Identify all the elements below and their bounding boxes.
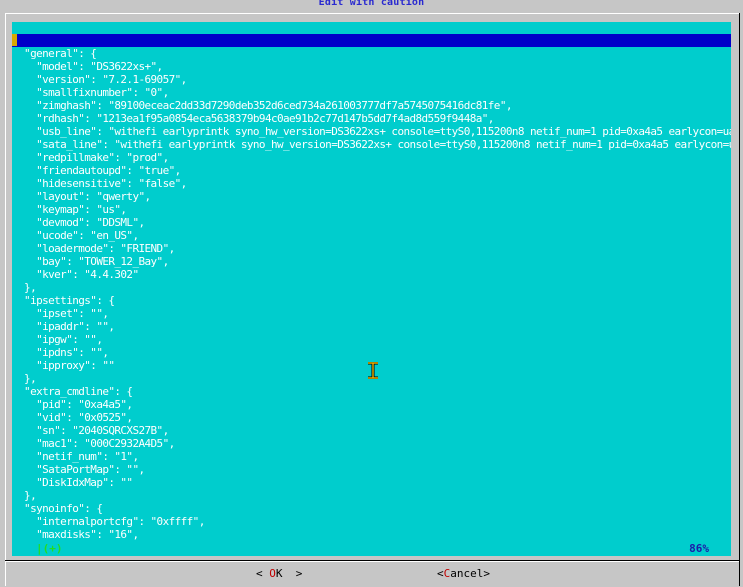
- editor-line[interactable]: "ipaddr": "",: [12, 320, 731, 333]
- json-editor[interactable]: "general": { "model": "DS3622xs+", "vers…: [12, 22, 731, 542]
- editor-line[interactable]: "ipgw": "",: [12, 333, 731, 346]
- editor-statusbar: |(+) 86%: [12, 542, 731, 556]
- editor-line[interactable]: "netif_num": "1",: [12, 450, 731, 463]
- editor-line[interactable]: "hidesensitive": "false",: [12, 177, 731, 190]
- ok-button-suffix: >: [282, 567, 303, 580]
- editor-line[interactable]: [12, 34, 731, 47]
- dialog-frame-right: [739, 13, 740, 561]
- editor-line[interactable]: "mac1": "000C2932A4D5",: [12, 437, 731, 450]
- editor-line[interactable]: "sata_line": "withefi earlyprintk syno_h…: [12, 138, 731, 151]
- editor-line[interactable]: "sn": "2040SQRCXS27B",: [12, 424, 731, 437]
- editor-line[interactable]: "kver": "4.4.302": [12, 268, 731, 281]
- editor-line[interactable]: "bay": "TOWER_12_Bay",: [12, 255, 731, 268]
- editor-line[interactable]: "DiskIdxMap": "": [12, 476, 731, 489]
- editor-line[interactable]: "smallfixnumber": "0",: [12, 86, 731, 99]
- editor-line[interactable]: "keymap": "us",: [12, 203, 731, 216]
- editor-line[interactable]: "version": "7.2.1-69057",: [12, 73, 731, 86]
- editor-line[interactable]: "loadermode": "FRIEND",: [12, 242, 731, 255]
- editor-line[interactable]: "redpillmake": "prod",: [12, 151, 731, 164]
- editor-line[interactable]: "internalportcfg": "0xffff",: [12, 515, 731, 528]
- i-beam-cursor-icon: [368, 362, 378, 379]
- editor-line[interactable]: "pid": "0xa4a5",: [12, 398, 731, 411]
- text-caret: [12, 34, 17, 46]
- editor-line[interactable]: "friendautoupd": "true",: [12, 164, 731, 177]
- editor-lines: "general": { "model": "DS3622xs+", "vers…: [12, 34, 731, 541]
- editor-line[interactable]: "model": "DS3622xs+",: [12, 60, 731, 73]
- dialog-frame-left: [5, 13, 6, 561]
- editor-line[interactable]: "layout": "qwerty",: [12, 190, 731, 203]
- cancel-button-label: ancel: [450, 567, 484, 580]
- editor-line[interactable]: "maxdisks": "16",: [12, 528, 731, 541]
- edit-dialog: Edit with caution "general": { "model": …: [0, 0, 743, 587]
- editor-line[interactable]: "ipsettings": {: [12, 294, 731, 307]
- button-separator-light: [6, 561, 739, 562]
- cancel-button-prefix: <: [437, 567, 444, 580]
- dialog-title: Edit with caution: [318, 0, 425, 8]
- editor-line[interactable]: "ipdns": "",: [12, 346, 731, 359]
- ok-button-hotkey: O: [269, 567, 276, 580]
- dialog-frame-top: [5, 13, 740, 14]
- editor-line[interactable]: "rdhash": "1213ea1f95a0854eca5638379b94c…: [12, 112, 731, 125]
- editor-line[interactable]: "ucode": "en_US",: [12, 229, 731, 242]
- ok-button[interactable]: < OK >: [256, 566, 302, 582]
- editor-line[interactable]: },: [12, 489, 731, 502]
- scroll-indicator: |(+): [36, 542, 63, 555]
- editor-line[interactable]: "usb_line": "withefi earlyprintk syno_hw…: [12, 125, 731, 138]
- editor-line[interactable]: "vid": "0x0525",: [12, 411, 731, 424]
- ok-button-label: K: [275, 567, 283, 580]
- editor-line[interactable]: "synoinfo": {: [12, 502, 731, 515]
- editor-line[interactable]: },: [12, 281, 731, 294]
- editor-line[interactable]: "devmod": "DDSML",: [12, 216, 731, 229]
- scroll-percent: 86%: [689, 542, 709, 555]
- cancel-button[interactable]: <Cancel>: [437, 566, 490, 582]
- ok-button-prefix: <: [256, 567, 270, 580]
- editor-line[interactable]: "extra_cmdline": {: [12, 385, 731, 398]
- editor-line[interactable]: "SataPortMap": "",: [12, 463, 731, 476]
- button-row: < OK > <Cancel>: [0, 566, 743, 582]
- editor-line[interactable]: "ipset": "",: [12, 307, 731, 320]
- editor-line[interactable]: "general": {: [12, 47, 731, 60]
- cancel-button-suffix: >: [483, 567, 490, 580]
- editor-line[interactable]: "zimghash": "89100eceac2dd33d7290deb352d…: [12, 99, 731, 112]
